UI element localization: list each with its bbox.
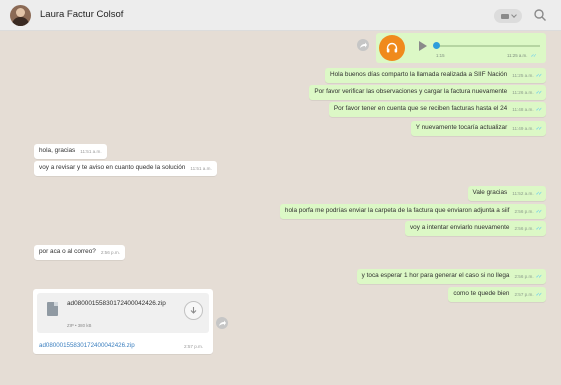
read-ticks-icon: ✓✓ [535, 73, 543, 79]
outgoing-message: Vale gracias 11:52 a.m. ✓✓ [467, 186, 546, 201]
outgoing-message: como te quede bien 2:57 p.m. ✓✓ [448, 287, 546, 302]
message-time: 11:25 a.m. [512, 73, 534, 78]
message-time: 2:56 p.m. [514, 226, 534, 231]
file-card[interactable]: ad08000155830172400042426.zip ZIP • 380 … [37, 293, 209, 333]
message-meta: 2:56 p.m. ✓✓ [514, 273, 543, 281]
chevron-down-icon [510, 12, 517, 18]
file-link[interactable]: ad08000155830172400042426.zip [39, 342, 135, 349]
message-meta: 2:57 p.m. ✓✓ [514, 291, 543, 299]
file-name: ad08000155830172400042426.zip [67, 300, 166, 307]
read-ticks-icon: ✓✓ [535, 209, 543, 215]
video-call-icon [500, 13, 509, 19]
incoming-message: voy a revisar y te aviso en cuanto quede… [34, 161, 217, 176]
file-size: ZIP • 380 kB [67, 323, 92, 328]
search-icon[interactable] [533, 8, 547, 22]
message-time: 11:48 a.m. [512, 107, 534, 112]
download-button[interactable] [184, 301, 203, 320]
message-time: 2:56 p.m. [514, 274, 534, 279]
message-meta: 11:48 a.m. ✓✓ [512, 106, 543, 114]
read-ticks-icon: ✓✓ [535, 107, 543, 113]
message-time: 2:56 p.m. [514, 209, 534, 214]
outgoing-message: Y nuevamente tocaría actualizar 11:49 a.m… [410, 121, 546, 136]
chat-header: Laura Factur Colsof [0, 0, 561, 31]
video-call-button[interactable] [494, 9, 522, 23]
voice-progress-handle[interactable] [433, 42, 440, 49]
message-meta: 11:52 a.m. ✓✓ [512, 190, 543, 198]
outgoing-message: voy a intentar enviarlo nuevamente 2:56 p… [404, 221, 546, 236]
message-time: 11:26 a.m. [512, 90, 534, 95]
share-icon[interactable] [357, 39, 369, 51]
read-ticks-icon: ✓✓ [535, 90, 543, 96]
message-text: Vale gracias [472, 189, 508, 196]
outgoing-message: y toca esperar 1 hor para generar el cas… [356, 269, 546, 284]
message-time: 2:57 p.m. [514, 292, 534, 297]
message-time: 11:49 a.m. [512, 126, 534, 131]
headphones-icon [379, 35, 405, 61]
message-text: Por favor verificar las observaciones y … [314, 88, 508, 95]
file-attachment-message: ad08000155830172400042426.zip ZIP • 380 … [33, 289, 213, 354]
read-ticks-icon: ✓✓ [535, 191, 543, 197]
message-time: 2:57 p.m. [184, 344, 204, 349]
message-meta: 11:25 a.m. ✓✓ [512, 72, 543, 80]
read-ticks-icon: ✓✓ [535, 292, 543, 298]
voice-progress-track[interactable] [436, 45, 540, 47]
voice-time-text: 11:25 a.m. [507, 53, 528, 58]
message-time: 11:51 a.m. [80, 149, 102, 154]
message-meta: 11:26 a.m. ✓✓ [512, 89, 543, 97]
incoming-message: por aca o al correo? 2:56 p.m. [34, 245, 125, 260]
share-icon[interactable] [216, 317, 228, 329]
play-icon[interactable] [418, 40, 428, 52]
read-ticks-icon: ✓✓ [535, 274, 543, 280]
message-text: Hola buenos días comparto la llamada rea… [329, 71, 508, 78]
read-ticks-icon: ✓✓ [530, 53, 537, 58]
message-meta: 2:56 p.m. ✓✓ [514, 208, 543, 216]
outgoing-message: Por favor tener en cuenta que se reciben… [328, 102, 546, 117]
read-ticks-icon: ✓✓ [535, 126, 543, 132]
message-text: como te quede bien [453, 290, 510, 297]
download-icon [190, 307, 197, 314]
message-text: y toca esperar 1 hor para generar el cas… [361, 272, 510, 279]
message-text: Y nuevamente tocaría actualizar [415, 124, 508, 131]
incoming-message: hola, gracias 11:51 a.m. [34, 144, 107, 159]
message-text: por aca o al correo? [39, 248, 96, 255]
message-time: 2:56 p.m. [100, 250, 120, 255]
message-text: hola, gracias [39, 147, 76, 154]
voice-duration: 1:15 [436, 53, 445, 58]
message-time: 11:25 a.m. ✓✓ [507, 53, 537, 59]
message-meta: 11:49 a.m. ✓✓ [512, 125, 543, 133]
message-meta: 2:56 p.m. ✓✓ [514, 225, 543, 233]
message-time: 11:52 a.m. [512, 191, 534, 196]
message-text: hola porfa me podrías enviar la carpeta … [284, 207, 510, 214]
outgoing-message: hola porfa me podrías enviar la carpeta … [279, 204, 546, 219]
file-icon [47, 302, 58, 316]
read-ticks-icon: ✓✓ [535, 226, 543, 232]
contact-name[interactable]: Laura Factur Colsof [40, 9, 123, 20]
voice-note-message: 1:15 11:25 a.m. ✓✓ [376, 33, 546, 63]
contact-avatar[interactable] [10, 5, 31, 26]
message-text: voy a revisar y te aviso en cuanto quede… [39, 164, 186, 171]
outgoing-message: Por favor verificar las observaciones y … [309, 85, 546, 100]
message-text: Por favor tener en cuenta que se reciben… [333, 105, 508, 112]
message-text: voy a intentar enviarlo nuevamente [409, 224, 510, 231]
message-time: 11:51 a.m. [190, 166, 212, 171]
outgoing-message: Hola buenos días comparto la llamada rea… [324, 68, 546, 83]
